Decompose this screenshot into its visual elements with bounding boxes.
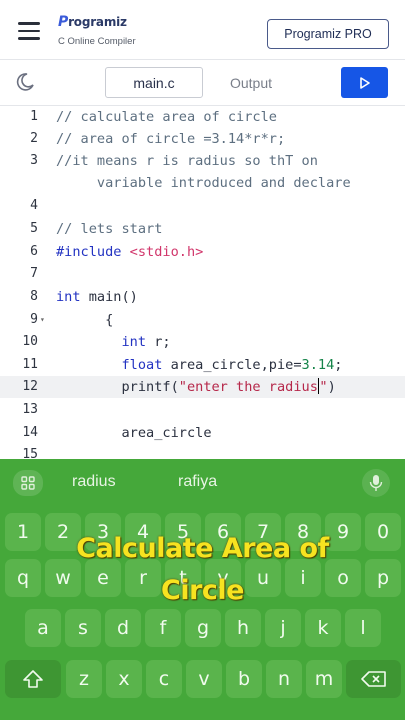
code-line-active[interactable]: 12 printf("enter the radius ") (0, 376, 405, 398)
code-line[interactable]: 3//it means r is radius so thT on (0, 150, 405, 172)
code-line[interactable]: 1// calculate area of circle (0, 106, 405, 128)
code-line[interactable]: 14 area_circle (0, 422, 405, 444)
caption-line-2: Circle (161, 575, 244, 606)
key-h[interactable]: h (225, 609, 261, 647)
programiz-pro-button[interactable]: Programiz PRO (267, 19, 389, 49)
key-s[interactable]: s (65, 609, 101, 647)
key-k[interactable]: k (305, 609, 341, 647)
float-decl: float area_circle,pie=3.14; (121, 357, 343, 373)
code-line[interactable]: 2// area of circle =3.14*r*r; (0, 128, 405, 150)
include-directive: #include <stdio.h> (56, 244, 204, 260)
backspace-key[interactable] (346, 660, 401, 698)
apps-grid-icon[interactable] (13, 470, 43, 496)
code-line[interactable]: 8 int main() (0, 286, 405, 308)
key-n[interactable]: n (266, 660, 302, 698)
key-z[interactable]: z (66, 660, 102, 698)
moon-icon[interactable] (14, 71, 36, 93)
menu-icon[interactable] (18, 22, 40, 40)
code-line[interactable]: 11 float area_circle,pie=3.14; (0, 354, 405, 376)
key-m[interactable]: m (306, 660, 342, 698)
caption-overlay: Calculate Area of Circle (0, 528, 405, 612)
key-d[interactable]: d (105, 609, 141, 647)
key-x[interactable]: x (106, 660, 142, 698)
tab-output[interactable]: Output (203, 67, 299, 98)
key-c[interactable]: c (146, 660, 182, 698)
key-v[interactable]: v (186, 660, 222, 698)
code-line[interactable]: 10 int r; (0, 331, 405, 353)
suggestion-word[interactable]: rafiya (178, 473, 217, 491)
code-line[interactable]: 13 (0, 399, 405, 421)
microphone-icon[interactable] (362, 469, 390, 497)
run-button[interactable] (341, 67, 388, 98)
key-l[interactable]: l (345, 609, 381, 647)
code-line[interactable]: 7 (0, 263, 405, 285)
main-signature: int main() (56, 289, 138, 305)
key-f[interactable]: f (145, 609, 181, 647)
suggestion-word[interactable]: radius (72, 473, 116, 491)
suggestion-bar: radius rafiya (0, 459, 405, 505)
editor-toolbar: main.c Output (0, 60, 405, 106)
key-j[interactable]: j (265, 609, 301, 647)
code-editor[interactable]: 1// calculate area of circle 2// area of… (0, 106, 405, 462)
caption-line-1: Calculate Area of (76, 533, 329, 564)
fold-arrow-icon[interactable]: ▾ (40, 309, 45, 331)
logo-subtitle: C Online Compiler (58, 36, 136, 47)
key-b[interactable]: b (226, 660, 262, 698)
programiz-logo[interactable]: Programiz C Online Compiler (58, 14, 136, 47)
backspace-icon (360, 671, 386, 687)
shift-icon (23, 670, 43, 688)
key-a[interactable]: a (25, 609, 61, 647)
int-decl: int r; (121, 334, 171, 350)
code-line[interactable]: 4 (0, 195, 405, 217)
printf-line: printf("enter the radius ") (56, 378, 336, 395)
shift-key[interactable] (5, 660, 61, 698)
play-icon (359, 76, 370, 89)
code-line-wrapped[interactable]: variable introduced and declare (0, 172, 405, 194)
code-line[interactable]: 6 #include <stdio.h> (0, 241, 405, 263)
code-line[interactable]: 9 ▾ { (0, 309, 405, 331)
app-header: Programiz C Online Compiler Programiz PR… (0, 0, 405, 60)
tab-main-c[interactable]: main.c (105, 67, 203, 98)
key-g[interactable]: g (185, 609, 221, 647)
text-cursor (317, 378, 320, 394)
code-line[interactable]: 5// lets start (0, 218, 405, 240)
